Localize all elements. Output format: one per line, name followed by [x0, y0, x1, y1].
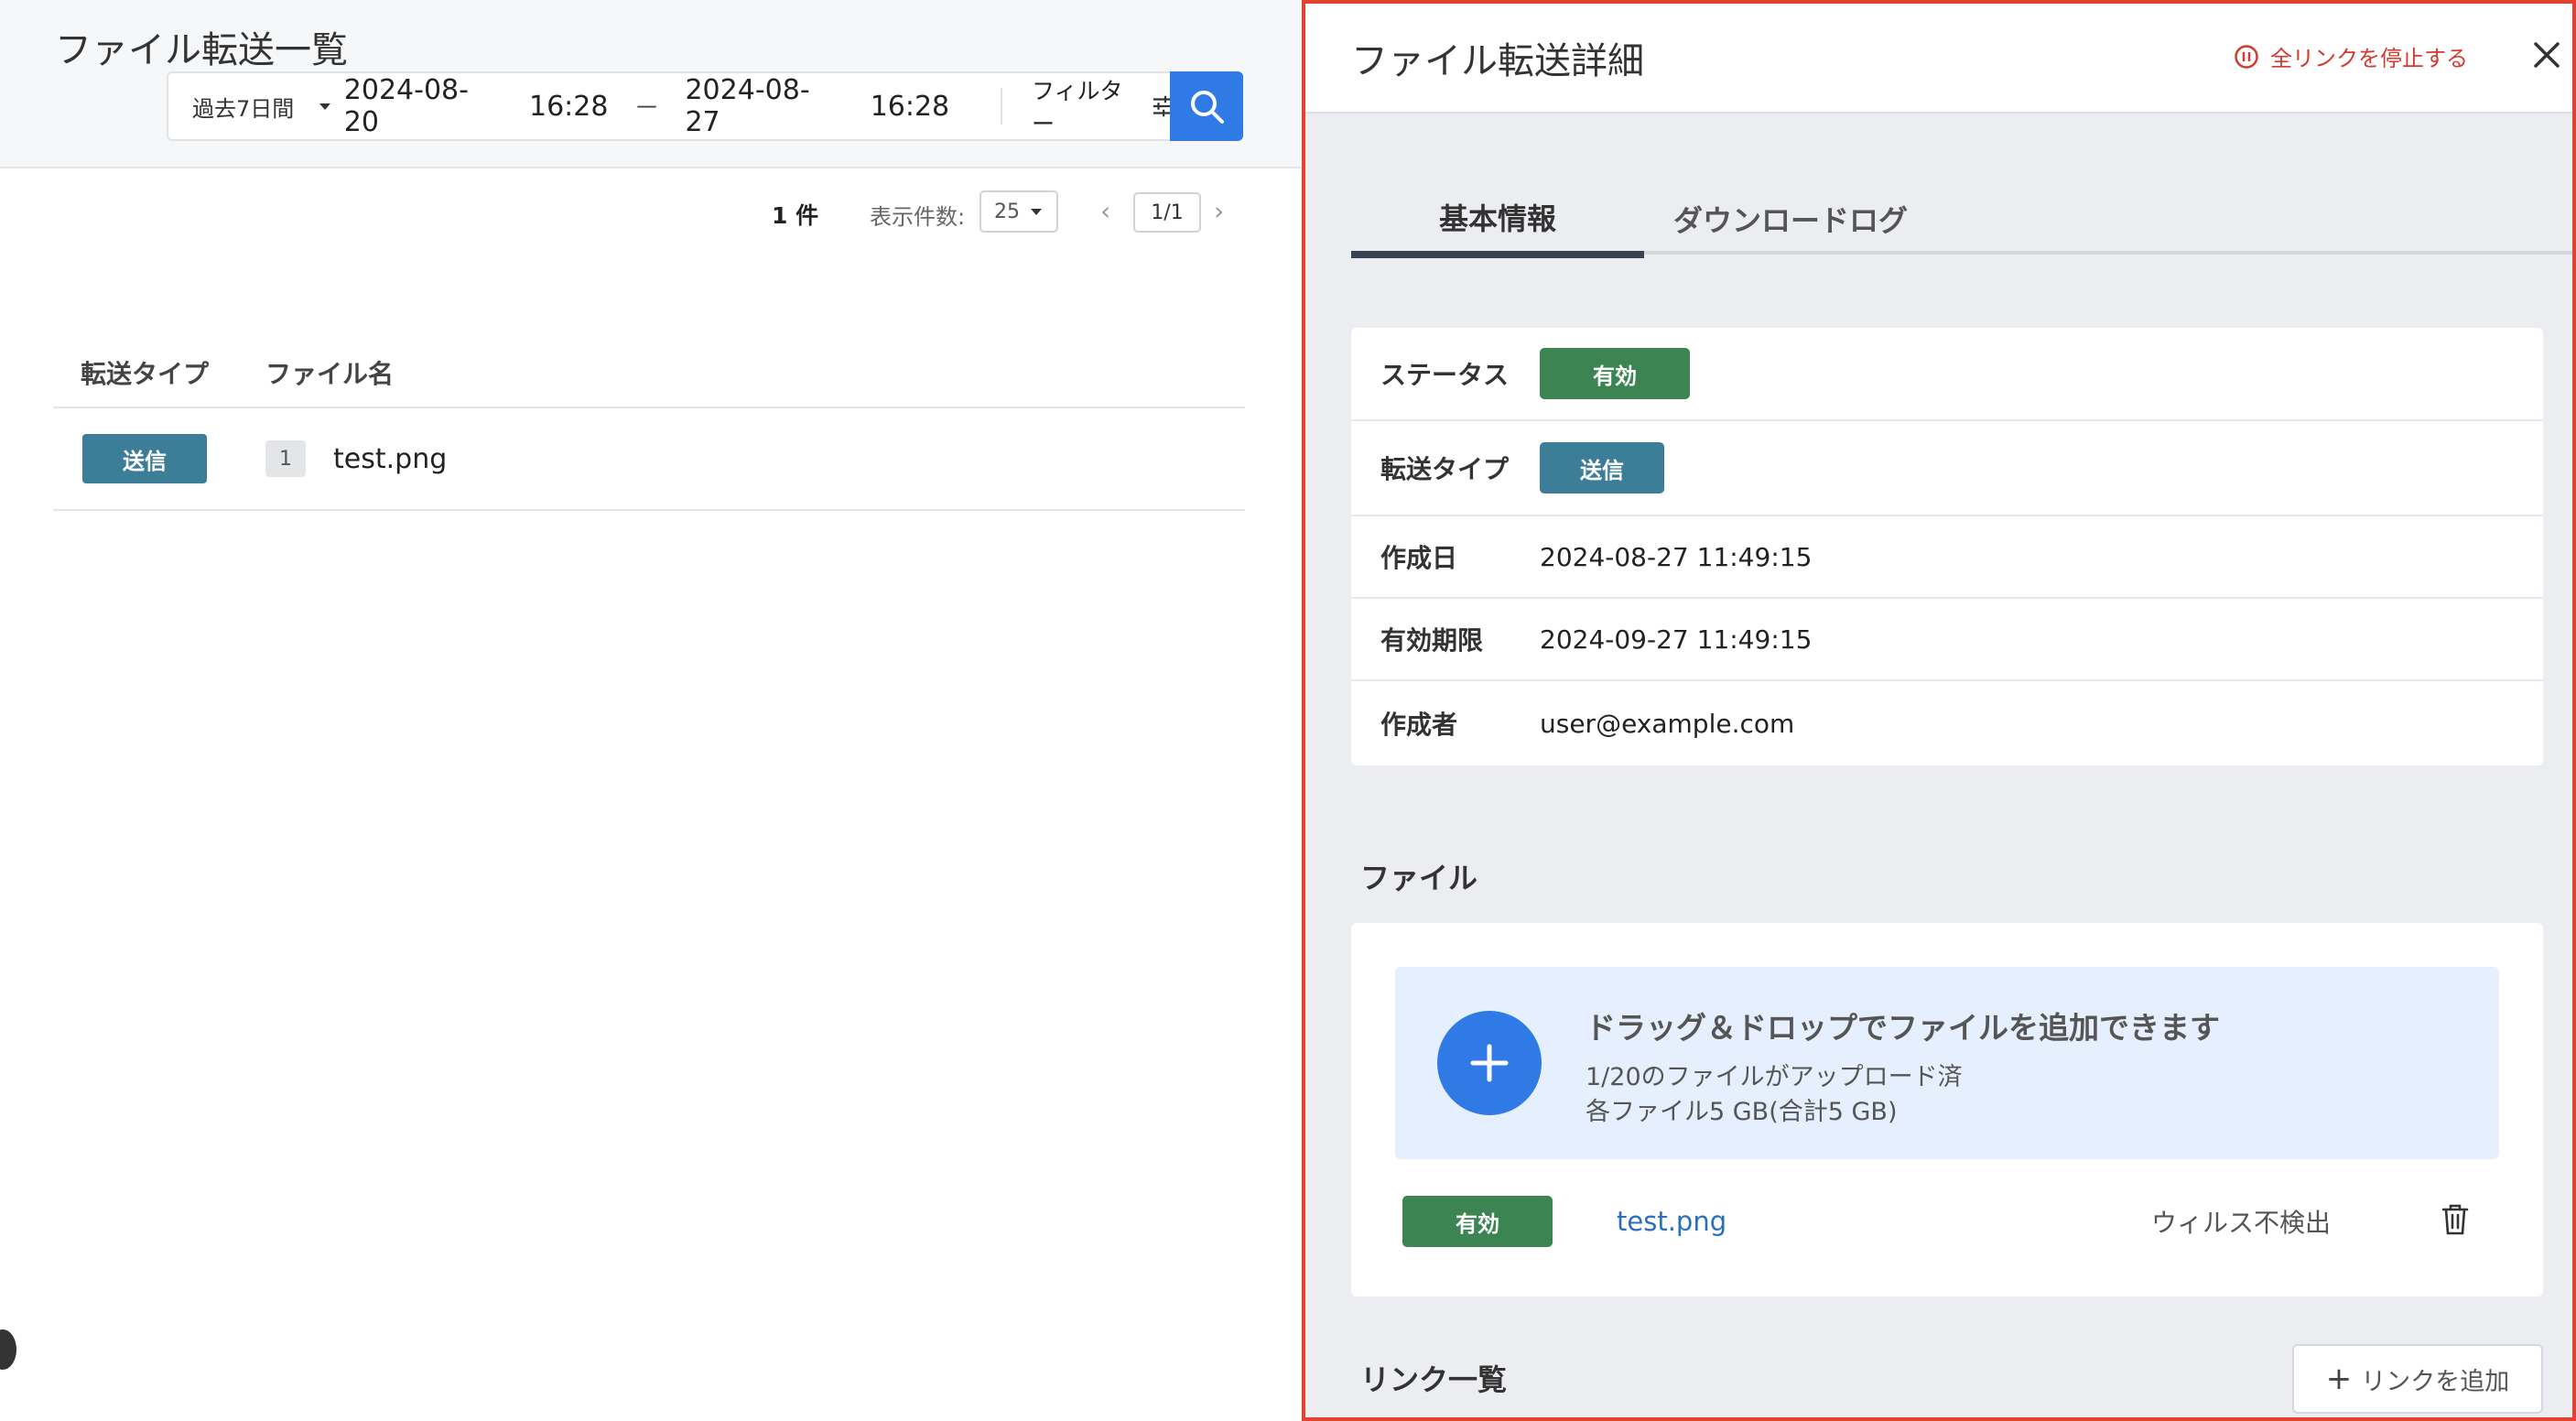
add-link-label: リンクを追加: [2361, 1367, 2510, 1396]
upload-count-text: 1/20のファイルがアップロード済: [1586, 1063, 1963, 1091]
to-time-input[interactable]: 16:28: [871, 91, 949, 123]
close-icon[interactable]: [2530, 38, 2563, 71]
filter-label: フィルター: [1032, 78, 1123, 137]
size-limit-text: 各ファイル5 GB(合計5 GB): [1586, 1098, 1898, 1126]
filter-button[interactable]: フィルター: [1032, 73, 1174, 139]
virus-scan-status: ウィルス不検出: [2151, 1208, 2332, 1238]
expiry-value: 2024-09-27 11:49:15: [1540, 624, 1813, 655]
creator-value: user@example.com: [1540, 708, 1795, 739]
from-time-input[interactable]: 16:28: [529, 91, 608, 123]
filter-bar: 過去7日間 2024-08-20 16:28 － 2024-08-27 16:2…: [167, 71, 1174, 141]
page-title: ファイル転送一覧: [55, 29, 348, 71]
basic-info-card: ステータス 有効 転送タイプ 送信 作成日 2024-08-27 11:49:1…: [1351, 328, 2543, 765]
divider: [1001, 88, 1003, 125]
plus-icon: +: [2325, 1361, 2353, 1397]
add-file-button[interactable]: [1437, 1011, 1542, 1115]
range-select[interactable]: 過去7日間: [168, 91, 344, 123]
expiry-row: 有効期限 2024-09-27 11:49:15: [1351, 599, 2543, 681]
range-select-value: 過去7日間: [192, 95, 295, 122]
file-count-badge: 1: [265, 440, 306, 477]
trash-icon[interactable]: [2441, 1203, 2470, 1236]
pause-circle-icon: [2235, 44, 2258, 69]
status-label: ステータス: [1380, 360, 1510, 390]
column-header: ファイル名: [265, 359, 395, 389]
type-badge: 送信: [1540, 442, 1664, 494]
per-page-label: 表示件数:: [870, 204, 966, 230]
search-button[interactable]: [1170, 71, 1243, 141]
type-badge: 送信: [82, 434, 207, 483]
search-icon: [1191, 91, 1224, 124]
links-section-title: リンク一覧: [1360, 1362, 1508, 1397]
tab-basic-info[interactable]: 基本情報: [1351, 183, 1644, 258]
created-label: 作成日: [1380, 543, 1458, 573]
plus-icon: [1470, 1044, 1509, 1082]
file-dropzone[interactable]: ドラッグ＆ドロップでファイルを追加できます 1/20のファイルがアップロード済 …: [1395, 967, 2499, 1159]
files-card: ドラッグ＆ドロップでファイルを追加できます 1/20のファイルがアップロード済 …: [1351, 923, 2543, 1296]
column-header: 転送タイプ: [81, 359, 210, 389]
transfer-table: 転送タイプ ファイル名 送信 1 test.png: [53, 339, 1245, 511]
result-count: 1 件: [772, 202, 819, 229]
pager: 1 件 表示件数: 25 ‹ 1/1 ›: [0, 190, 1302, 236]
detail-title: ファイル転送詳細: [1351, 40, 1644, 82]
stop-all-links-button[interactable]: 全リンクを停止する: [2234, 40, 2468, 72]
table-header: 転送タイプ ファイル名: [53, 339, 1245, 408]
type-row: 転送タイプ 送信: [1351, 421, 2543, 516]
type-label: 転送タイプ: [1380, 454, 1510, 484]
page-indicator: 1/1: [1133, 192, 1201, 233]
status-badge: 有効: [1540, 348, 1690, 399]
file-list-item: 有効 test.png ウィルス不検出: [1402, 1196, 2501, 1247]
list-header: ファイル転送一覧 過去7日間 2024-08-20 16:28 － 2024-0…: [0, 0, 1302, 168]
per-page-value: 25: [994, 200, 1020, 223]
expiry-label: 有効期限: [1380, 625, 1484, 656]
help-launcher[interactable]: [0, 1329, 16, 1370]
created-value: 2024-08-27 11:49:15: [1540, 541, 1813, 572]
dropzone-title: ドラッグ＆ドロップでファイルを追加できます: [1586, 1010, 2220, 1046]
tab-download-log[interactable]: ダウンロードログ: [1644, 183, 1937, 255]
chevron-left-icon[interactable]: ‹: [1100, 196, 1110, 226]
file-name: test.png: [333, 442, 448, 475]
caret-down-icon: [1031, 208, 1042, 215]
transfer-list-panel: ファイル転送一覧 過去7日間 2024-08-20 16:28 － 2024-0…: [0, 0, 1302, 1421]
creator-row: 作成者 user@example.com: [1351, 681, 2543, 765]
per-page-select[interactable]: 25: [980, 190, 1058, 233]
to-date-input[interactable]: 2024-08-27: [685, 74, 835, 138]
detail-tabs: 基本情報 ダウンロードログ: [1351, 183, 2572, 258]
created-row: 作成日 2024-08-27 11:49:15: [1351, 516, 2543, 599]
chevron-right-icon[interactable]: ›: [1214, 196, 1224, 226]
detail-header: ファイル転送詳細 全リンクを停止する: [1305, 4, 2572, 114]
creator-label: 作成者: [1380, 710, 1458, 740]
files-section-title: ファイル: [1360, 861, 1478, 895]
date-separator: －: [633, 92, 660, 123]
stop-all-label: 全リンクを停止する: [2270, 46, 2468, 71]
caret-down-icon: [319, 103, 331, 110]
add-link-button[interactable]: + リンクを追加: [2292, 1344, 2543, 1414]
status-row: ステータス 有効: [1351, 328, 2543, 421]
transfer-detail-panel: ファイル転送詳細 全リンクを停止する 基本情報 ダウンロードログ ステータス 有…: [1302, 0, 2576, 1421]
from-date-input[interactable]: 2024-08-20: [344, 74, 494, 138]
file-link[interactable]: test.png: [1617, 1206, 1726, 1237]
type-cell: 送信: [53, 434, 265, 483]
table-row[interactable]: 送信 1 test.png: [53, 408, 1245, 511]
file-status-badge: 有効: [1402, 1196, 1553, 1247]
